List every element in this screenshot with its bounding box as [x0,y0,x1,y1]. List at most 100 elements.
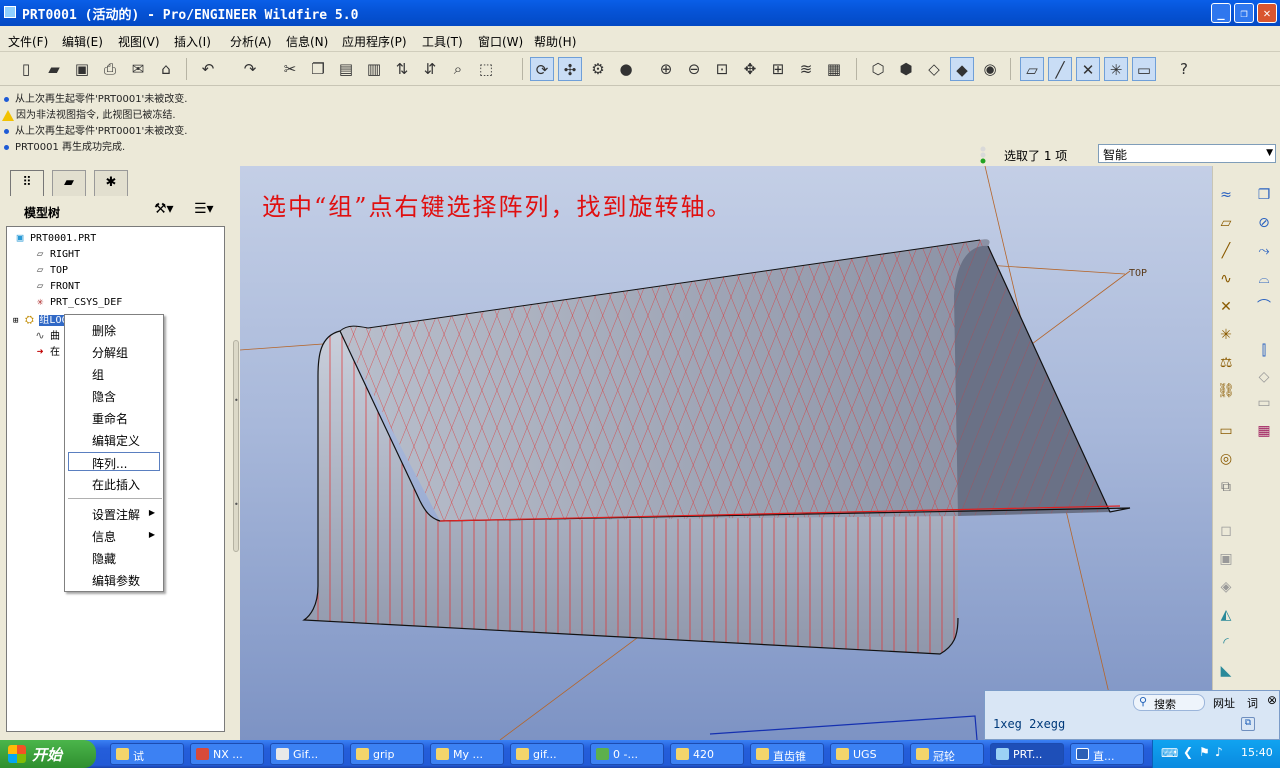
select-box-icon[interactable]: ⬚ [474,57,498,81]
clock[interactable]: 15:40 [1241,746,1273,759]
taskbar-item[interactable]: 直齿锥 [750,743,824,765]
datum-plane-display-icon[interactable]: ▱ [1020,57,1044,81]
csys-display-icon[interactable]: ✳ [1104,57,1128,81]
network-icon[interactable]: ⚑ [1199,745,1210,759]
taskbar-item[interactable]: grip [350,743,424,765]
trim-icon[interactable]: ▭ [1253,392,1275,414]
rib-icon[interactable]: ◈ [1215,576,1237,598]
tab-model-tree[interactable]: ⠿ [10,170,44,196]
menu-item-ungroup[interactable]: 分解组 [92,344,128,361]
taskbar-item[interactable]: NX ... [190,743,264,765]
tree-columns-icon[interactable]: ☰▾ [194,201,214,217]
tree-item-top[interactable]: ▱ TOP [33,263,68,276]
email-link-icon[interactable]: ⌂ [154,57,178,81]
taskbar-item[interactable]: 直... [1070,743,1144,765]
sketch-datum-icon[interactable]: ≈ [1215,184,1237,206]
orient-mode-icon[interactable]: ⚙ [586,57,610,81]
taskbar-item[interactable]: My ... [430,743,504,765]
round-icon[interactable]: ◜ [1215,632,1237,654]
menu-applications[interactable]: 应用程序(P) [342,33,407,50]
minimize-button[interactable]: _ [1211,3,1231,23]
menu-edit[interactable]: 编辑(E) [62,33,103,50]
expand-icon[interactable]: ⊞ [13,316,18,326]
panel-splitter[interactable]: • • [232,340,240,552]
tree-item-insert-here[interactable]: ➜ 在 [33,343,60,358]
analysis-tool-icon[interactable]: ⚖ [1215,352,1237,374]
appearance-ball-icon[interactable]: ● [614,57,638,81]
menu-info[interactable]: 信息(N) [286,33,328,50]
maximize-button[interactable]: ❐ [1234,3,1254,23]
app-icon[interactable] [4,6,16,18]
datum-curve-icon[interactable]: ∿ [1215,268,1237,290]
taskbar-item[interactable]: 0 -... [590,743,664,765]
wireframe-icon[interactable]: ⬡ [866,57,890,81]
copy-icon[interactable]: ❐ [306,57,330,81]
menu-item-edit-parameters[interactable]: 编辑参数 [92,572,140,589]
menu-help[interactable]: 帮助(H) [534,33,576,50]
menu-item-delete[interactable]: 删除 [92,322,116,339]
save-icon[interactable]: ▣ [70,57,94,81]
traffic-light-icon[interactable] [978,146,988,164]
datum-annotation-icon[interactable]: ◎ [1215,448,1237,470]
tab-favorites[interactable]: ✱ [94,170,128,196]
refit-icon[interactable]: ⊡ [710,57,734,81]
taskbar-item-active[interactable]: PRT... [990,743,1064,765]
taskbar-item[interactable]: 冠轮 [910,743,984,765]
shell-icon[interactable]: ▣ [1215,548,1237,570]
volume-icon[interactable]: ♪ [1215,745,1223,759]
taskbar-item[interactable]: UGS [830,743,904,765]
email-icon[interactable]: ✉ [126,57,150,81]
menu-item-suppress[interactable]: 隐含 [92,388,116,405]
menu-item-set-annotation[interactable]: 设置注解 [92,506,140,523]
menu-item-group[interactable]: 组 [92,366,104,383]
annotation-display-icon[interactable]: ▭ [1132,57,1156,81]
chevron-left-icon[interactable]: ❮ [1183,745,1193,759]
close-icon[interactable]: ⊗ [1267,693,1277,707]
csys-tool-icon[interactable]: ✳ [1215,324,1237,346]
close-button[interactable]: ✕ [1257,3,1277,23]
chevron-down-icon[interactable]: ▼ [1266,148,1273,158]
pattern-icon[interactable]: ▦ [1253,420,1275,442]
reorient-icon[interactable]: ✥ [738,57,762,81]
blend-icon[interactable]: ⌓ [1253,268,1275,290]
search-button[interactable]: ⚲ 搜索 [1133,694,1205,711]
hole-icon[interactable]: ◻ [1215,520,1237,542]
menu-item-info[interactable]: 信息 [92,528,116,545]
redo-icon[interactable]: ↷ [238,57,262,81]
taskbar-item[interactable]: 420 [670,743,744,765]
extrude-icon[interactable]: ❐ [1253,184,1275,206]
tree-item-right[interactable]: ▱ RIGHT [33,247,80,260]
hidden-line-icon[interactable]: ⬢ [894,57,918,81]
model-surface[interactable]: TOP [240,166,1212,740]
sweep-icon[interactable]: ⤳ [1253,240,1275,262]
selection-filter[interactable]: 智能 ▼ [1098,144,1276,163]
datum-axis-tool-icon[interactable]: ╱ [1215,240,1237,262]
paste-icon[interactable]: ▤ [334,57,358,81]
view-manager-icon[interactable]: ▦ [822,57,846,81]
open-folder-icon[interactable]: ▰ [42,57,66,81]
regenerate-icon[interactable]: ⇅ [390,57,414,81]
address-tab[interactable]: 网址 [1213,695,1235,711]
mirror-icon[interactable]: ⫿ [1253,340,1275,362]
tab-folder-browser[interactable]: ▰ [52,170,86,196]
new-file-icon[interactable]: ▯ [14,57,38,81]
menu-file[interactable]: 文件(F) [8,33,48,50]
menu-tools[interactable]: 工具(T) [422,33,463,50]
datum-plane-tool-icon[interactable]: ▱ [1215,212,1237,234]
datum-axis-display-icon[interactable]: ╱ [1048,57,1072,81]
command-text[interactable]: 1xeg 2xegg [993,717,1065,731]
saved-views-icon[interactable]: ⊞ [766,57,790,81]
context-help-icon[interactable]: ? [1172,57,1196,81]
menu-analysis[interactable]: 分析(A) [230,33,272,50]
tree-settings-icon[interactable]: ⚒▾ [154,201,174,217]
datum-point-display-icon[interactable]: ✕ [1076,57,1100,81]
tree-item-curve[interactable]: ∿ 曲 [33,327,60,342]
undo-icon[interactable]: ↶ [196,57,220,81]
menu-item-edit-definition[interactable]: 编辑定义 [92,432,140,449]
datum-point-tool-icon[interactable]: ✕ [1215,296,1237,318]
layers-icon[interactable]: ≋ [794,57,818,81]
draft-icon[interactable]: ◭ [1215,604,1237,626]
taskbar-item[interactable]: gif... [510,743,584,765]
taskbar-item[interactable]: 试 [110,743,184,765]
tree-item-front[interactable]: ▱ FRONT [33,279,80,292]
